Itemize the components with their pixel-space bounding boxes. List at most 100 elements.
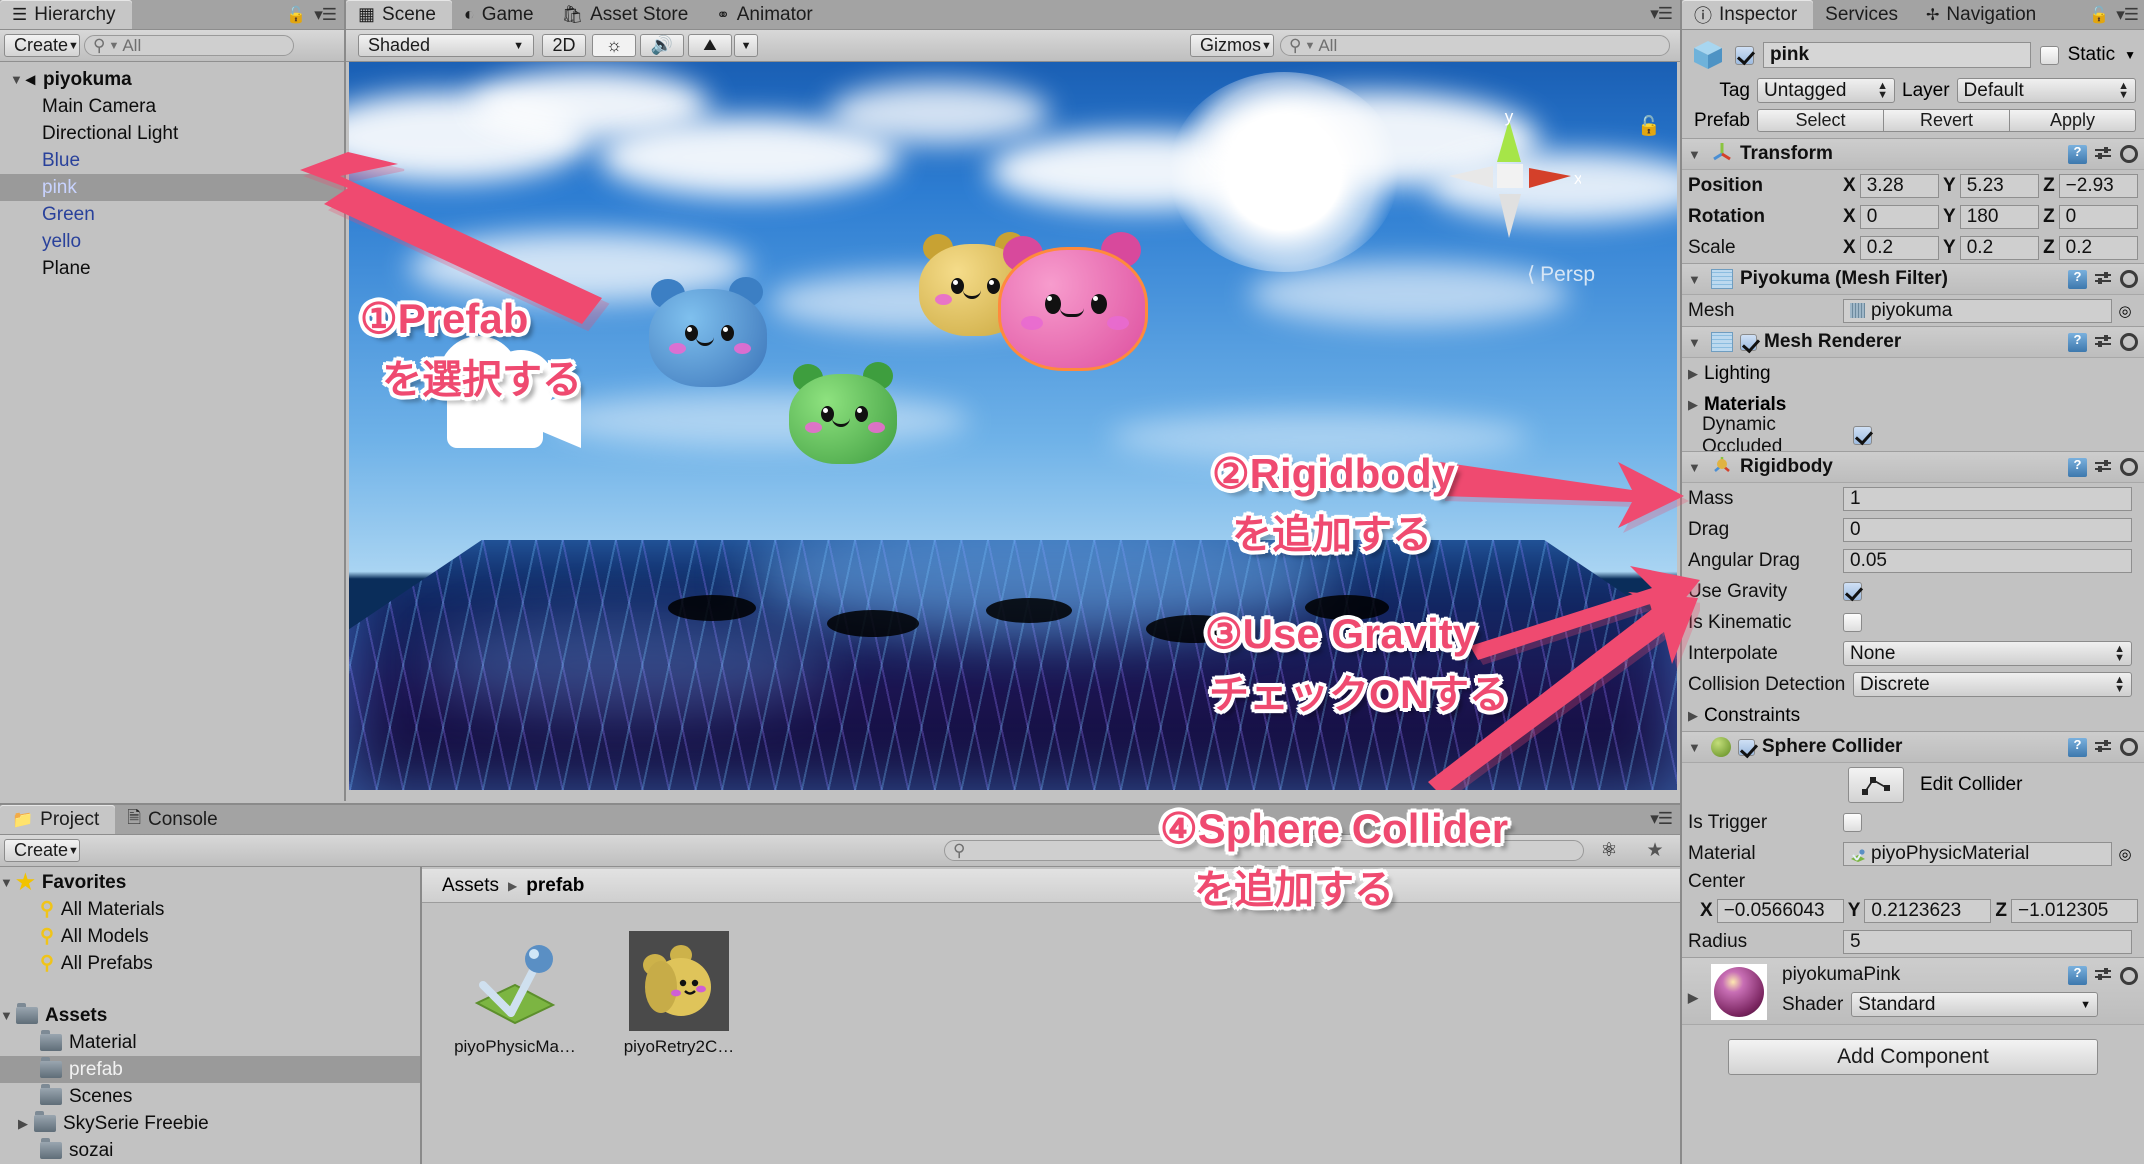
preset-icon[interactable] [2094,458,2113,477]
mesh-renderer-enabled-checkbox[interactable] [1740,334,1757,351]
star-filter-icon[interactable]: ★ [1634,839,1676,862]
object-picker-icon[interactable]: ◎ [2112,845,2138,863]
hierarchy-menu-icon[interactable]: ▾☰ [314,5,336,25]
expand-triangle-icon[interactable]: ▼ [1688,740,1704,755]
sphere-collider-enabled-checkbox[interactable] [1738,739,1755,756]
preset-icon[interactable] [2094,966,2113,985]
tab-game[interactable]: ◐ Game [452,0,550,29]
tab-navigation[interactable]: ✢ Navigation [1914,0,2052,29]
chevron-down-icon[interactable]: ▼ [2124,48,2136,62]
gear-icon[interactable] [2120,458,2138,476]
add-component-button[interactable]: Add Component [1728,1039,2098,1075]
rotation-x-input[interactable]: 0 [1860,205,1939,229]
prefab-revert-button[interactable]: Revert [1884,109,2010,132]
use-gravity-checkbox[interactable] [1843,582,1862,601]
lock-icon[interactable]: 🔓 [286,5,306,25]
prefab-apply-button[interactable]: Apply [2010,109,2136,132]
is-kinematic-checkbox[interactable] [1843,613,1862,632]
rigidbody-constraints-row[interactable]: ▶ Constraints [1682,700,2144,731]
expand-triangle-icon[interactable]: ▼ [0,1008,16,1023]
center-y-input[interactable]: 0.2123623 [1864,899,1991,923]
scene-lock-icon[interactable]: 🔓 [1637,114,1661,138]
tab-hierarchy[interactable]: ☰ Hierarchy [0,0,132,29]
collider-material-field[interactable]: piyoPhysicMaterial [1843,842,2112,866]
component-header-mesh-renderer[interactable]: ▼ Mesh Renderer [1682,326,2144,358]
component-header-mesh-filter[interactable]: ▼ Piyokuma (Mesh Filter) [1682,263,2144,295]
scale-y-input[interactable]: 0.2 [1960,236,2039,260]
project-menu-icon[interactable]: ▾☰ [1650,809,1672,828]
component-header-transform[interactable]: ▼ Transform [1682,138,2144,170]
tab-services[interactable]: Services [1813,0,1914,29]
help-icon[interactable] [2068,738,2087,757]
drag-input[interactable]: 0 [1843,518,2132,542]
gear-icon[interactable] [2120,270,2138,288]
tab-console[interactable]: 🗎 Console [115,805,233,834]
tree-item-all-prefabs[interactable]: ⚲ All Prefabs [0,950,420,977]
prefab-select-button[interactable]: Select [1757,109,1884,132]
component-header-material[interactable]: ▶ piyokumaPink Shader Standard ▼ [1682,957,2144,1025]
tab-inspector[interactable]: ⓘ Inspector [1682,0,1813,29]
component-header-rigidbody[interactable]: ▼ Rigidbody [1682,451,2144,483]
preset-icon[interactable] [2094,333,2113,352]
preset-icon[interactable] [2094,738,2113,757]
tree-item-material[interactable]: Material [0,1029,420,1056]
help-icon[interactable] [2068,145,2087,164]
tree-item-sozai[interactable]: sozai [0,1137,420,1164]
effects-dropdown-button[interactable]: ▼ [734,34,758,57]
gear-icon[interactable] [2120,145,2138,163]
object-picker-icon[interactable]: ◎ [2112,302,2138,320]
scale-z-input[interactable]: 0.2 [2059,236,2138,260]
edit-collider-button[interactable] [1848,767,1904,803]
gear-icon[interactable] [2120,967,2138,985]
tab-asset-store[interactable]: 🛍 Asset Store [550,0,705,29]
divider-hierarchy-scene[interactable] [344,0,346,801]
angular-drag-input[interactable]: 0.05 [1843,549,2132,573]
hierarchy-root-row[interactable]: ▼ ◂ piyokuma [0,66,344,93]
scale-x-input[interactable]: 0.2 [1860,236,1939,260]
help-icon[interactable] [2068,270,2087,289]
tab-project[interactable]: 📁 Project [0,805,115,834]
layer-dropdown[interactable]: Default ▲▼ [1957,78,2136,103]
tree-item-scenes[interactable]: Scenes [0,1083,420,1110]
gizmos-dropdown[interactable]: Gizmos ▼ [1190,34,1274,57]
list-item[interactable]: Plane [0,255,344,282]
gameobject-enabled-checkbox[interactable] [1735,46,1754,65]
lock-icon[interactable]: 🔓 [2089,5,2109,25]
list-item[interactable]: Main Camera [0,93,344,120]
expand-triangle-icon[interactable]: ▶ [1688,990,1704,1006]
project-filter-icon[interactable]: ⚛ [1588,839,1630,862]
hierarchy-search-input[interactable]: ⚲ ▼ All [84,35,294,56]
expand-triangle-icon[interactable]: ▶ [1688,366,1704,382]
asset-item-physic-material[interactable]: piyoPhysicMa… [450,931,580,1057]
expand-triangle-icon[interactable]: ▶ [1688,397,1704,413]
rotation-y-input[interactable]: 180 [1960,205,2039,229]
position-x-input[interactable]: 3.28 [1860,174,1939,198]
tab-animator[interactable]: ⚭ Animator [704,0,828,29]
expand-triangle-icon[interactable]: ▼ [1688,460,1704,475]
projection-mode-label[interactable]: ⟨ Persp [1527,262,1595,287]
project-create-button[interactable]: Create ▼ [4,839,80,862]
help-icon[interactable] [2068,333,2087,352]
list-item[interactable]: Directional Light [0,120,344,147]
divider-project-split[interactable] [420,867,422,1164]
center-x-input[interactable]: −0.0566043 [1717,899,1844,923]
divider-scene-inspector[interactable] [1680,0,1682,1164]
expand-triangle-icon[interactable]: ▼ [1688,147,1704,162]
expand-triangle-icon[interactable]: ▼ [1688,272,1704,287]
expand-triangle-icon[interactable]: ▶ [1688,708,1704,724]
tree-item-favorites[interactable]: ▼ ★ Favorites [0,869,420,896]
list-item[interactable]: Blue [0,147,344,174]
gear-icon[interactable] [2120,333,2138,351]
axis-gizmo[interactable]: y x [1441,112,1581,242]
dynamic-occluded-checkbox[interactable] [1853,426,1872,445]
radius-input[interactable]: 5 [1843,930,2132,954]
tree-item-all-models[interactable]: ⚲ All Models [0,923,420,950]
preset-icon[interactable] [2094,270,2113,289]
tree-item-prefab[interactable]: prefab [0,1056,420,1083]
tab-scene[interactable]: ▦ Scene [346,0,452,29]
tag-dropdown[interactable]: Untagged ▲▼ [1757,78,1895,103]
hierarchy-item-pink[interactable]: pink [0,174,344,201]
scene-search-input[interactable]: ⚲ ▼ All [1280,35,1670,56]
tree-item-all-materials[interactable]: ⚲ All Materials [0,896,420,923]
tree-item-skyserie-freebie[interactable]: ▶ SkySerie Freebie [0,1110,420,1137]
